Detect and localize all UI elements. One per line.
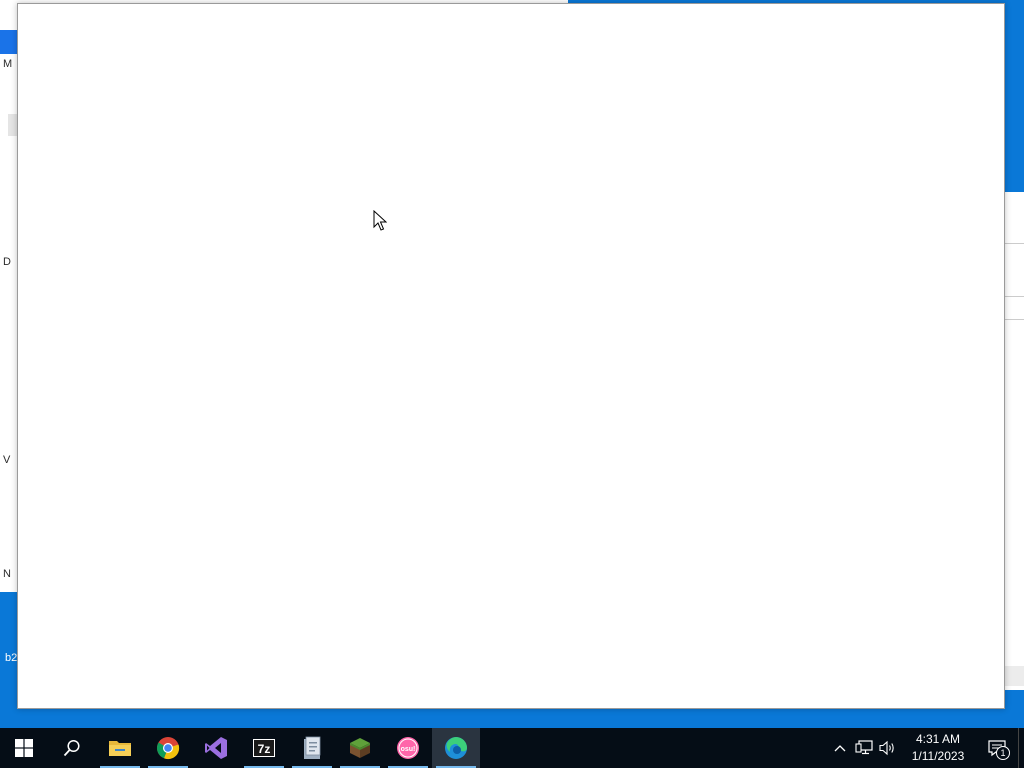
network-button[interactable] [852,728,876,768]
window-titlebar-strip [0,30,18,54]
network-icon [855,740,873,755]
clock-date: 1/11/2023 [911,749,965,763]
start-button[interactable] [0,728,48,768]
search-icon [63,739,80,757]
left-window-text: M [3,58,13,70]
desktop-icon-label[interactable]: b2 [5,652,17,664]
clock-time: 4:31 AM [915,732,961,746]
left-window-text: V [3,454,11,466]
scrollbar-corner [1004,666,1024,686]
app-button[interactable] [288,728,336,768]
desktop-gap [1004,0,1024,192]
edge-icon [445,737,467,759]
divider [1004,296,1024,297]
chrome-icon [156,737,180,760]
chevron-up-icon [834,745,846,752]
file-explorer-button[interactable] [96,728,144,768]
7zip-icon: 7z [253,739,275,757]
edge-button[interactable] [432,728,480,768]
show-desktop-button[interactable] [1018,728,1024,768]
osu-icon-label: osu! [401,746,416,753]
7zip-button[interactable]: 7z [240,728,288,768]
mouse-cursor-icon [373,210,387,231]
volume-button[interactable] [876,728,900,768]
chrome-button[interactable] [144,728,192,768]
search-button[interactable] [48,728,96,768]
folder-icon [109,741,131,756]
speaker-icon [879,740,894,756]
blank-app-window[interactable] [17,3,1005,709]
visual-studio-button[interactable] [192,728,240,768]
clock[interactable]: 4:31 AM 1/11/2023 [900,731,976,765]
system-tray: 4:31 AM 1/11/2023 1 [828,728,1024,768]
taskbar: 7z osu! 4:31 AM 1/11/2023 1 [0,728,1024,768]
divider [1004,319,1024,320]
left-window-text: D [3,256,11,268]
windows-logo-icon [15,739,33,757]
desktop: M D V N b2 [0,0,1024,728]
osu-button[interactable]: osu! [384,728,432,768]
osu-icon: osu! [397,737,419,759]
notification-badge: 1 [996,746,1010,760]
divider [1004,243,1024,244]
7zip-icon-label: 7z [258,742,271,756]
background-window-right[interactable] [1004,0,1024,690]
document-app-icon [304,736,321,759]
grass-block-icon [350,738,370,758]
visual-studio-icon [205,737,227,759]
left-window-text: N [3,568,11,580]
action-center-button[interactable]: 1 [976,728,1018,768]
minecraft-button[interactable] [336,728,384,768]
show-hidden-icons-button[interactable] [828,728,852,768]
